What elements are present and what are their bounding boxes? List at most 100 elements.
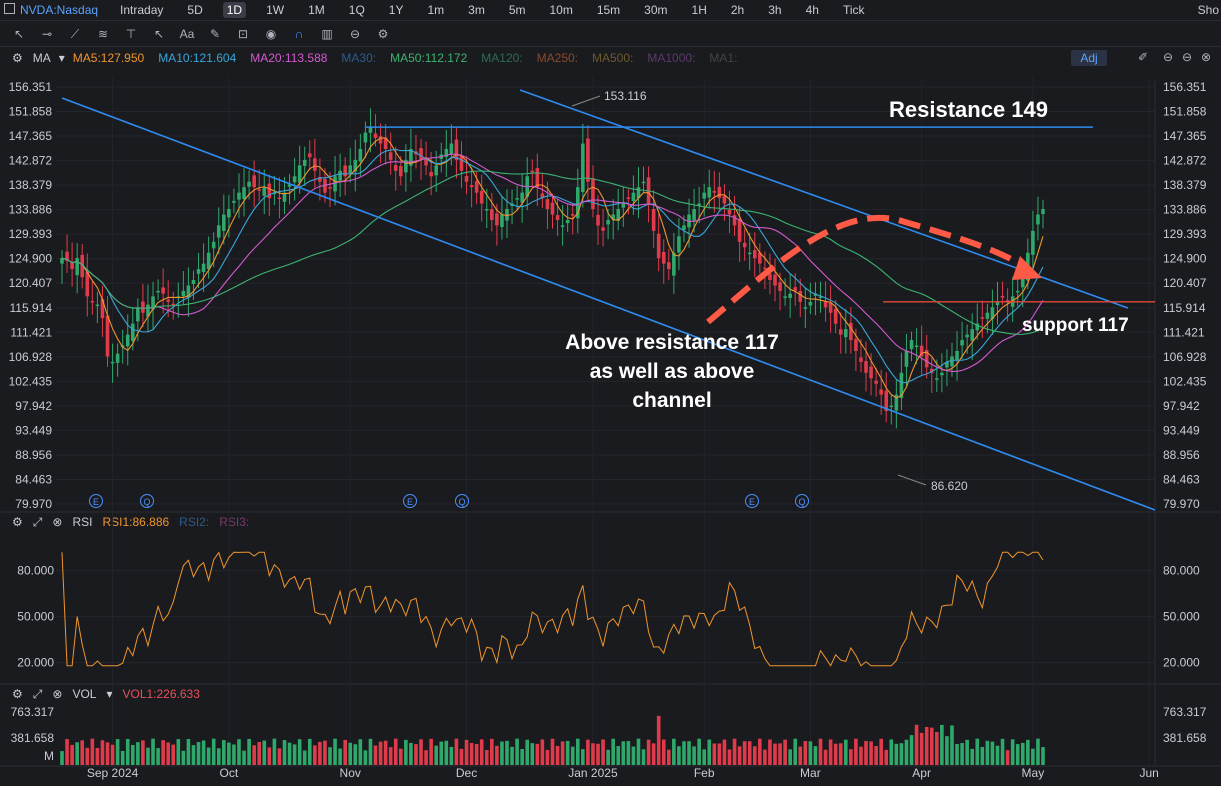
volume-bar [864,740,868,765]
ma-label[interactable]: MA [33,51,51,65]
timeframe-2h[interactable]: 2h [727,2,748,18]
candle-body [570,214,575,216]
close-icon[interactable]: ⊗ [1201,50,1211,64]
trend-tool-icon[interactable]: ⟋ [66,27,84,42]
volume-bar [479,739,484,765]
candle-body [479,190,484,204]
adj-toggle[interactable]: Adj [1071,50,1107,66]
timeframe-5d[interactable]: 5D [183,2,206,18]
volume-bar [222,740,226,765]
gear-icon[interactable]: ⚙ [12,51,23,65]
volume-bar [1005,750,1010,765]
text-tool-icon[interactable]: Aa [178,27,196,41]
vol-label[interactable]: VOL [72,687,96,701]
timeframe-30m[interactable]: 30m [640,2,671,18]
rsi-tick-right: 80.000 [1163,564,1200,578]
timeframe-1h[interactable]: 1H [688,2,711,18]
candle-body [1026,252,1030,281]
symbol-label[interactable]: NVDA:Nasdaq [20,3,98,17]
timeframe-1m[interactable]: 1m [423,2,448,18]
timeframe-bar: NVDA:Nasdaq Intraday 5D 1D 1W 1M 1Q 1Y 1m 3m 5m 10… [0,0,1221,21]
volume-bar [282,740,287,765]
timeframe-tick[interactable]: Tick [839,2,869,18]
candle-body [141,301,145,313]
timeframe-15m[interactable]: 15m [593,2,624,18]
window-icon[interactable] [4,3,15,14]
candle-body [353,159,358,172]
volume-bar [130,745,135,765]
volume-bar [373,745,378,765]
link-icon[interactable]: ⊖ [346,27,364,41]
gear-icon[interactable]: ⚙ [12,687,23,701]
volume-bar [454,738,459,765]
arrow-tool-icon[interactable]: ↖ [150,27,168,41]
line-tool-icon[interactable]: ⊸ [38,27,56,41]
show-menu-clipped[interactable]: Sho [1198,3,1219,17]
expand-icon[interactable]: ⤢ [33,687,43,702]
channel-tool-icon[interactable]: ≋ [94,27,112,41]
timeframe-1y[interactable]: 1Y [385,2,408,18]
timeframe-1d[interactable]: 1D [222,2,247,18]
candle-body [636,187,641,199]
volume-bar [490,738,494,765]
timeframe-intraday[interactable]: Intraday [116,2,167,18]
lock-icon[interactable]: ⊡ [234,27,252,41]
y-tick-label-left: 124.900 [9,252,53,266]
timeframe-10m[interactable]: 10m [545,2,576,18]
remove-icon[interactable]: ⊖ [1163,50,1173,64]
candle-body [1005,300,1010,302]
timeframe-4h[interactable]: 4h [802,2,823,18]
volume-bar [540,739,545,765]
rsi-value: RSI1:86.886 [102,515,170,529]
settings-icon[interactable]: ⚙ [374,27,392,41]
candle-body [105,315,110,357]
price-chart[interactable]: Resistance 149 support 117 Above resistanc… [0,0,1221,786]
volume-bar [1010,739,1015,765]
timeframe-3m[interactable]: 3m [464,2,489,18]
collapse-icon[interactable]: ⊖ [1182,50,1192,64]
volume-bar [510,746,514,765]
event-marker-label: Q [458,497,465,507]
candle-body [130,323,135,341]
magnet-icon[interactable]: ∩ [290,27,308,41]
timeframe-1m[interactable]: 1M [304,2,329,18]
trash-icon[interactable]: ▥ [318,27,336,41]
candle-body [960,340,964,346]
candle-body [909,340,914,350]
timeframe-5m[interactable]: 5m [505,2,530,18]
volume-bar [828,739,833,765]
candle-body [398,166,403,177]
timeframe-1w[interactable]: 1W [262,2,288,18]
timeframe-3h[interactable]: 3h [764,2,785,18]
rsi-label[interactable]: RSI [72,515,92,529]
y-tick-label-right: 142.872 [1163,154,1207,168]
pencil-icon[interactable]: ✎ [206,27,224,41]
chevron-down-icon[interactable]: ▾ [59,51,65,65]
volume-bar [591,743,595,765]
volume-bar [424,750,428,765]
eye-icon[interactable]: ◉ [262,27,280,41]
close-icon[interactable]: ⊗ [52,687,62,701]
candle-body [297,165,302,183]
volume-bar [737,746,742,765]
volume-bar [328,747,332,765]
close-icon[interactable]: ⊗ [52,515,62,529]
ma-indicator-bar: ⚙ MA ▾ MA5:127.950 MA10:121.604 MA20:113.5… [0,49,1221,67]
candle-body [414,151,418,155]
fib-tool-icon[interactable]: ⊤ [122,27,140,41]
timeframe-1q[interactable]: 1Q [345,2,369,18]
volume-bar [242,750,246,765]
eraser-icon[interactable]: ✐ [1138,50,1148,64]
candle-body [641,181,646,184]
chevron-down-icon[interactable]: ▾ [106,687,112,701]
expand-icon[interactable]: ⤢ [33,515,43,530]
candle-body [419,148,423,160]
candle-body [125,334,130,347]
candle-body [186,285,191,298]
cursor-icon[interactable]: ↖ [10,27,28,41]
volume-bar [206,747,211,765]
volume-bar [560,741,565,765]
volume-bar [621,741,626,765]
candle-body [859,357,863,362]
gear-icon[interactable]: ⚙ [12,515,23,529]
